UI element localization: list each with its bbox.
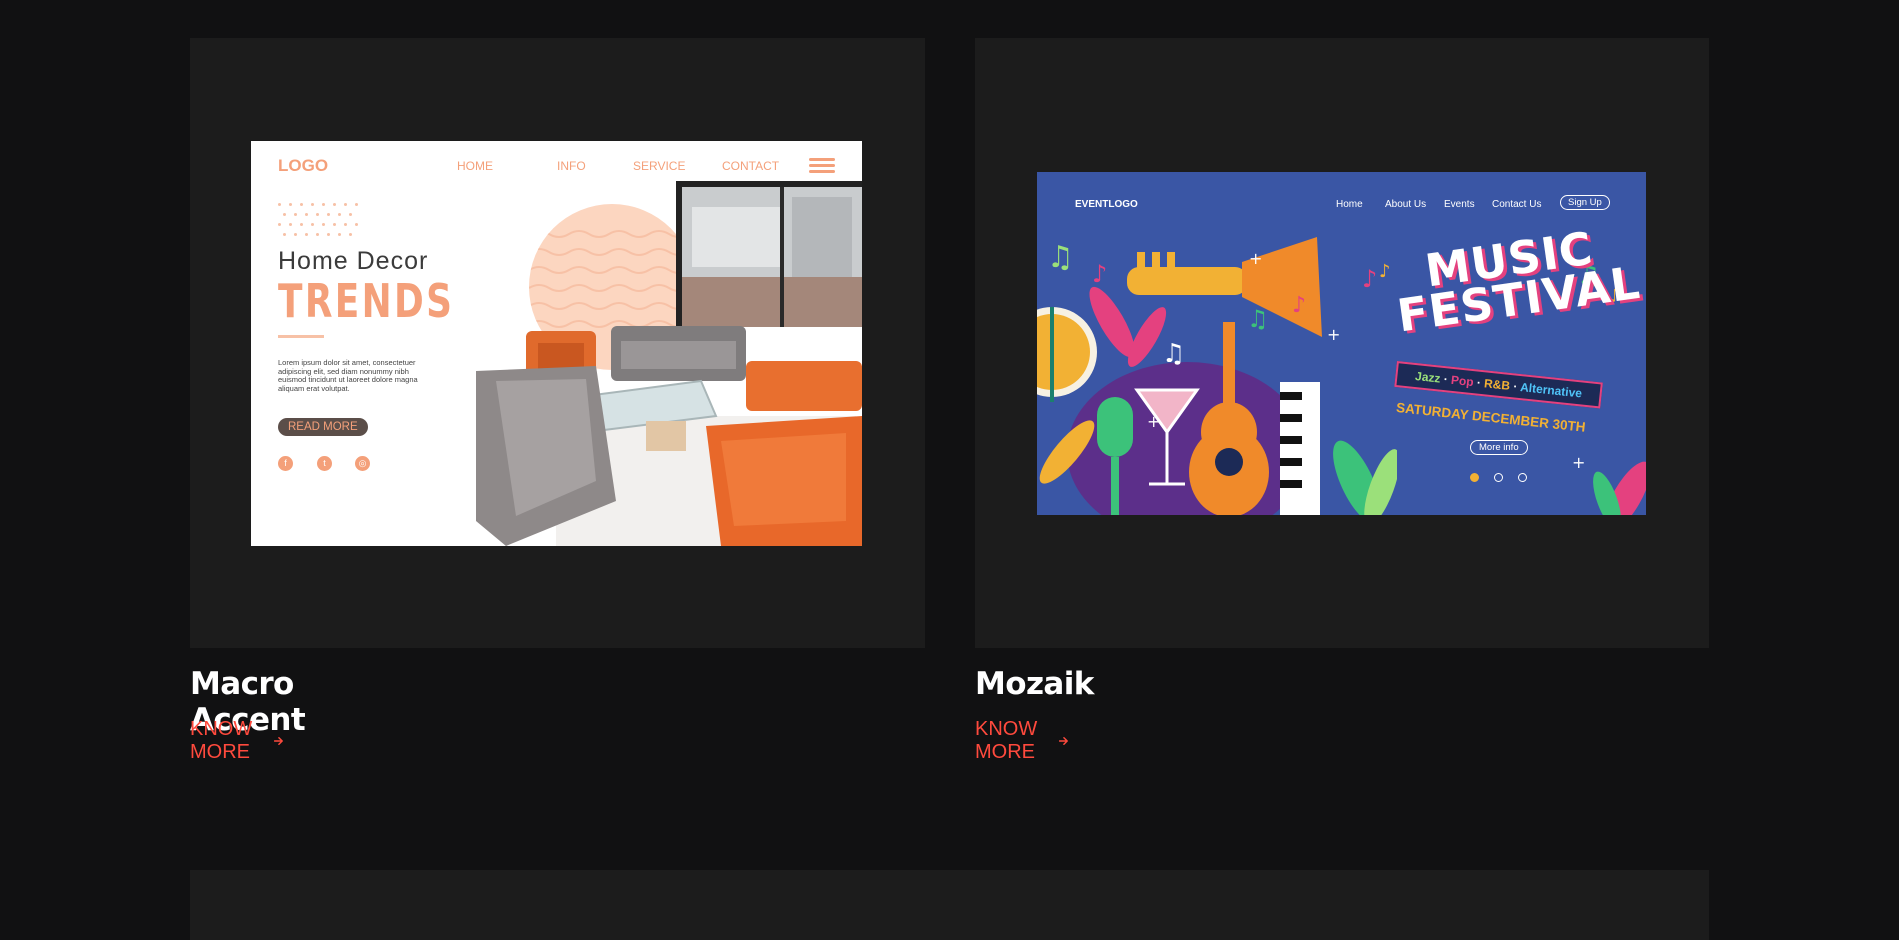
svg-text:♪: ♪ (1379, 261, 1391, 282)
preview-nav-home: HOME (457, 159, 493, 173)
preview-nav-home: Home (1336, 199, 1363, 210)
slider-dot (1494, 473, 1503, 482)
preview-nav-service: SERVICE (633, 159, 686, 173)
next-card-image-frame[interactable] (190, 870, 1709, 940)
genre-alternative: Alternative (1519, 380, 1583, 401)
arrow-right-icon (273, 737, 283, 745)
divider (278, 335, 324, 338)
genre-rnb: R&B (1483, 376, 1511, 393)
home-decor-preview-image[interactable]: LOGO HOME INFO SERVICE CONTACT Home Deco… (251, 141, 862, 546)
preview-nav-about: About Us (1385, 199, 1427, 210)
svg-text:♫: ♫ (1047, 240, 1074, 275)
arrow-right-icon (1058, 737, 1068, 745)
know-more-link[interactable]: KNOW MORE (975, 718, 1068, 764)
know-more-label: KNOW MORE (975, 718, 1038, 763)
music-instruments-illustration: ♫ ♪ ♫ ♫ ♪ + + + + (1037, 237, 1397, 515)
window-photo (676, 181, 862, 327)
svg-text:+: + (1572, 453, 1585, 472)
preview-logo: LOGO (278, 156, 329, 175)
instagram-icon: ◎ (355, 456, 370, 471)
preview-heading: Home Decor (278, 247, 429, 275)
preview-nav-info: INFO (557, 159, 586, 173)
preview-nav-contact: Contact Us (1492, 199, 1542, 210)
genre-jazz: Jazz (1414, 369, 1442, 386)
know-more-link[interactable]: KNOW MORE (190, 718, 283, 764)
svg-text:+: + (1249, 249, 1262, 268)
svg-text:♪: ♪ (1292, 293, 1306, 318)
know-more-label: KNOW MORE (190, 718, 253, 763)
music-festival-preview-image[interactable]: EVENTLOGO Home About Us Events Contact U… (1037, 172, 1646, 515)
hamburger-menu-icon (809, 158, 835, 176)
preview-nav-contact: CONTACT (722, 159, 780, 173)
svg-text:+: + (1147, 412, 1160, 431)
facebook-icon: f (278, 456, 293, 471)
svg-text:♪: ♪ (1092, 260, 1107, 288)
decorative-dots (278, 203, 368, 243)
svg-text:+: + (1327, 325, 1340, 344)
slider-dot (1518, 473, 1527, 482)
svg-text:♫: ♫ (1247, 305, 1269, 333)
preview-nav-events: Events (1444, 199, 1475, 210)
genre-pop: Pop (1450, 372, 1475, 390)
svg-text:♪: ♪ (1362, 265, 1377, 293)
preview-heading-trends: TRENDS (278, 274, 455, 328)
preview-body-text: Lorem ipsum dolor sit amet, consectetuer… (278, 358, 418, 393)
svg-text:♫: ♫ (1162, 339, 1185, 369)
twitter-icon: t (317, 456, 332, 471)
more-info-button: More info (1470, 440, 1528, 455)
card-title: Mozaik (975, 666, 1094, 702)
read-more-button: READ MORE (278, 418, 368, 436)
sign-up-button: Sign Up (1560, 195, 1610, 210)
preview-logo: EVENTLOGO (1075, 199, 1138, 210)
slider-dot-active (1470, 473, 1479, 482)
furniture-illustration (476, 326, 862, 546)
